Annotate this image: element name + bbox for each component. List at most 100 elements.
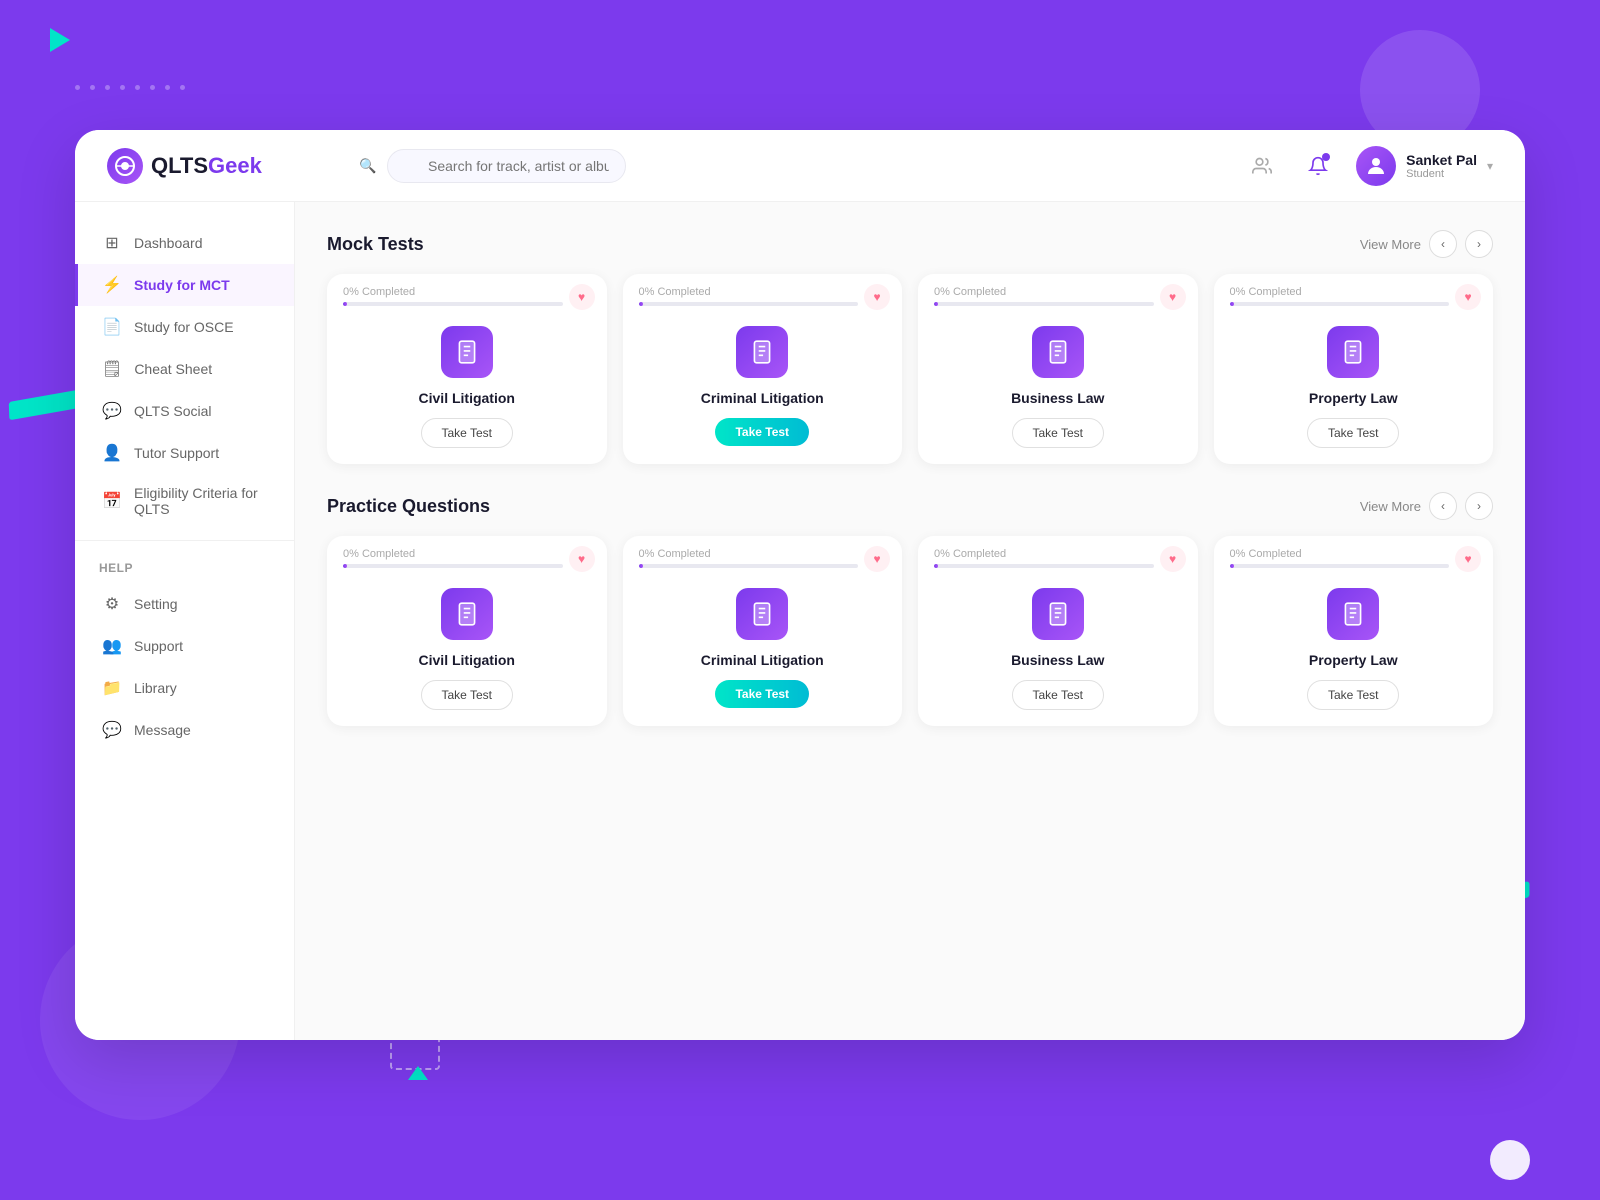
practice-view-more-label[interactable]: View More	[1360, 499, 1421, 514]
card-heart-button-property2[interactable]: ♥	[1455, 546, 1481, 572]
take-test-button-civil2[interactable]: Take Test	[421, 680, 513, 710]
card-progress-fill-business2	[934, 564, 938, 568]
help-icon-library: 📁	[102, 678, 122, 698]
card-icon-civil	[441, 326, 493, 378]
help-item-library[interactable]: 📁 Library	[75, 667, 294, 709]
sidebar-item-study-osce[interactable]: 📄Study for OSCE	[75, 306, 294, 348]
sidebar-item-cheat-sheet[interactable]: 🗒Cheat Sheet	[75, 348, 294, 390]
card-progress-track-civil2	[343, 564, 563, 568]
card-progress-track-civil	[343, 302, 563, 306]
card-heart-button-civil2[interactable]: ♥	[569, 546, 595, 572]
card-progress-area-civil2: 0% Completed	[327, 536, 607, 576]
take-test-button-business[interactable]: Take Test	[1012, 418, 1104, 448]
card-heart-button-property[interactable]: ♥	[1455, 284, 1481, 310]
main-content: Mock Tests View More ‹ › 0% Completed ♥	[295, 202, 1525, 1040]
logo-prefix: QLTS	[151, 153, 208, 178]
take-test-button-property[interactable]: Take Test	[1307, 418, 1399, 448]
user-area[interactable]: Sanket Pal Student ▾	[1356, 146, 1493, 186]
sidebar-label-tutor-support: Tutor Support	[134, 445, 219, 461]
sidebar-label-study-mct: Study for MCT	[134, 277, 230, 293]
body-area: ⊞Dashboard⚡Study for MCT📄Study for OSCE🗒…	[75, 202, 1525, 1040]
mock-tests-next-button[interactable]: ›	[1465, 230, 1493, 258]
header: QLTSGeek 🔍	[75, 130, 1525, 202]
sidebar-item-qlts-social[interactable]: 💬QLTS Social	[75, 390, 294, 432]
help-label-setting: Setting	[134, 596, 178, 612]
logo-text: QLTSGeek	[151, 153, 262, 179]
card-heart-button-criminal[interactable]: ♥	[864, 284, 890, 310]
sidebar-item-study-mct[interactable]: ⚡Study for MCT	[75, 264, 294, 306]
practice-next-button[interactable]: ›	[1465, 492, 1493, 520]
card-progress-fill-civil2	[343, 564, 347, 568]
card-progress-area-business2: 0% Completed	[918, 536, 1198, 576]
practice-prev-button[interactable]: ‹	[1429, 492, 1457, 520]
help-icon-message: 💬	[102, 720, 122, 740]
card-progress-track-business	[934, 302, 1154, 306]
sidebar-item-eligibility[interactable]: 📅 Eligibility Criteria for QLTS	[75, 474, 294, 528]
sidebar-label-qlts-social: QLTS Social	[134, 403, 212, 419]
card-icon-criminal	[736, 326, 788, 378]
card-heart-button-civil[interactable]: ♥	[569, 284, 595, 310]
mock-tests-header: Mock Tests View More ‹ ›	[327, 230, 1493, 258]
sidebar-label-eligibility: Eligibility Criteria for QLTS	[134, 485, 270, 517]
sidebar: ⊞Dashboard⚡Study for MCT📄Study for OSCE🗒…	[75, 202, 295, 1040]
take-test-button-civil[interactable]: Take Test	[421, 418, 513, 448]
card-progress-label-criminal: 0% Completed	[639, 286, 859, 298]
sidebar-item-dashboard[interactable]: ⊞Dashboard	[75, 222, 294, 264]
card-practice-criminal2: 0% Completed ♥ Criminal	[623, 536, 903, 726]
card-progress-fill-property	[1230, 302, 1234, 306]
help-section-title: Help	[75, 553, 294, 583]
card-title-criminal2: Criminal Litigation	[701, 652, 824, 668]
take-test-button-business2[interactable]: Take Test	[1012, 680, 1104, 710]
card-title-property2: Property Law	[1309, 652, 1398, 668]
mock-tests-view-more: View More ‹ ›	[1360, 230, 1493, 258]
sidebar-icon-tutor-support: 👤	[102, 443, 122, 463]
search-wrapper: 🔍	[347, 149, 727, 183]
card-progress-label-business: 0% Completed	[934, 286, 1154, 298]
card-progress-fill-business	[934, 302, 938, 306]
help-label-support: Support	[134, 638, 183, 654]
card-progress-label-criminal2: 0% Completed	[639, 548, 859, 560]
take-test-button-criminal[interactable]: Take Test	[715, 418, 809, 446]
card-icon-property2	[1327, 588, 1379, 640]
card-progress-track-business2	[934, 564, 1154, 568]
help-item-message[interactable]: 💬Message	[75, 709, 294, 751]
sidebar-label-dashboard: Dashboard	[134, 235, 203, 251]
card-heart-button-criminal2[interactable]: ♥	[864, 546, 890, 572]
card-heart-button-business[interactable]: ♥	[1160, 284, 1186, 310]
card-progress-label-property: 0% Completed	[1230, 286, 1450, 298]
mock-tests-grid: 0% Completed ♥ Civil Li	[327, 274, 1493, 464]
help-label-library: Library	[134, 680, 177, 696]
sidebar-item-tutor-support[interactable]: 👤 Tutor Support	[75, 432, 294, 474]
card-title-civil: Civil Litigation	[419, 390, 515, 406]
card-title-business2: Business Law	[1011, 652, 1104, 668]
sidebar-divider	[75, 540, 294, 541]
card-practice-property2: 0% Completed ♥ Property	[1214, 536, 1494, 726]
search-input[interactable]	[387, 149, 626, 183]
card-progress-area-property: 0% Completed	[1214, 274, 1494, 314]
card-progress-fill-property2	[1230, 564, 1234, 568]
card-icon-business2	[1032, 588, 1084, 640]
sidebar-label-study-osce: Study for OSCE	[134, 319, 234, 335]
take-test-button-criminal2[interactable]: Take Test	[715, 680, 809, 708]
card-heart-button-business2[interactable]: ♥	[1160, 546, 1186, 572]
search-icon: 🔍	[359, 157, 376, 174]
card-title-civil2: Civil Litigation	[419, 652, 515, 668]
notification-button[interactable]	[1300, 148, 1336, 184]
help-item-support[interactable]: 👥Support	[75, 625, 294, 667]
view-more-label[interactable]: View More	[1360, 237, 1421, 252]
card-mock-property: 0% Completed ♥ Property	[1214, 274, 1494, 464]
card-icon-property	[1327, 326, 1379, 378]
help-item-setting[interactable]: ⚙Setting	[75, 583, 294, 625]
card-practice-civil2: 0% Completed ♥ Civil Li	[327, 536, 607, 726]
sidebar-label-cheat-sheet: Cheat Sheet	[134, 361, 212, 377]
card-mock-criminal: 0% Completed ♥ Criminal	[623, 274, 903, 464]
card-practice-business2: 0% Completed ♥ Business	[918, 536, 1198, 726]
card-icon-civil2	[441, 588, 493, 640]
user-icon-button[interactable]	[1244, 148, 1280, 184]
sidebar-icon-eligibility: 📅	[102, 491, 122, 511]
take-test-button-property2[interactable]: Take Test	[1307, 680, 1399, 710]
card-progress-label-civil: 0% Completed	[343, 286, 563, 298]
mock-tests-prev-button[interactable]: ‹	[1429, 230, 1457, 258]
card-title-property: Property Law	[1309, 390, 1398, 406]
card-progress-area-criminal2: 0% Completed	[623, 536, 903, 576]
